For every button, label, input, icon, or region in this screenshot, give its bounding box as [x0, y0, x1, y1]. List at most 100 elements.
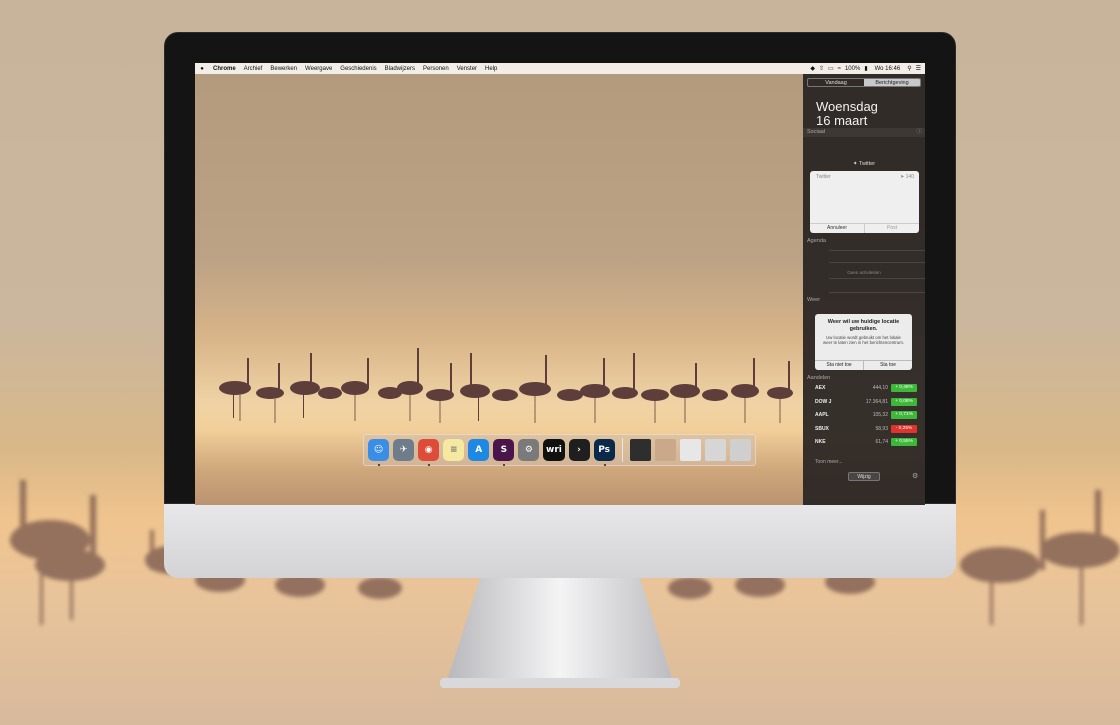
notes-icon-glyph: ≡ — [449, 445, 458, 455]
running-indicator — [503, 464, 506, 466]
agenda-divider — [829, 292, 925, 293]
stock-row[interactable]: NKE 61,74 + 0,55% — [815, 437, 923, 447]
folder-stack-icon[interactable] — [654, 439, 676, 461]
menu-venster[interactable]: Venster — [453, 66, 481, 72]
stock-change-badge[interactable]: + 0,08% — [891, 397, 917, 406]
stock-change-badge[interactable]: + 0,71% — [891, 411, 917, 419]
finder-icon[interactable]: ☺ — [368, 439, 390, 466]
location-dialog-buttons: Sta niet toe Sta toe — [815, 360, 912, 370]
stock-price: 61,74 — [875, 439, 888, 445]
running-indicator — [378, 464, 380, 466]
running-indicator — [603, 464, 606, 466]
section-social: Sociaal ⓘ — [803, 128, 925, 137]
notes-icon[interactable]: ≡ — [443, 439, 465, 461]
menu-help[interactable]: Help — [481, 66, 501, 72]
tweet-cancel-button[interactable]: Annuleer — [810, 224, 864, 233]
dock-separator — [621, 438, 623, 462]
deny-location-button[interactable]: Sta niet toe — [815, 361, 863, 370]
writer-icon-glyph: wri — [546, 445, 562, 455]
tweet-field-label: Twitter — [816, 174, 831, 180]
downloads-stack-icon[interactable] — [704, 439, 726, 461]
screenshot-stack-icon[interactable] — [679, 439, 701, 461]
menu-archief[interactable]: Archief — [240, 66, 267, 72]
menu-personen[interactable]: Personen — [419, 66, 453, 72]
notification-center: Vandaag Berichtgeving Woensdag 16 maart … — [803, 74, 925, 505]
plex-icon[interactable]: › — [568, 439, 590, 461]
tab-vandaag[interactable]: Vandaag — [808, 79, 864, 86]
chrome-icon[interactable]: ◉ — [418, 439, 440, 466]
trash-icon[interactable] — [729, 439, 751, 461]
show-more-link[interactable]: Toon meer... — [815, 459, 843, 465]
menu-weergave[interactable]: Weergave — [301, 66, 336, 72]
status-area: ◆ ⇧ ▭ ≈ 100% ▮ Wo 16:46 ⚲ ☰ — [810, 65, 925, 73]
launchpad-icon-glyph: ✈ — [399, 445, 408, 455]
stock-price: 17.364,81 — [865, 398, 888, 405]
menu-bewerken[interactable]: Bewerken — [266, 66, 301, 72]
search-icon[interactable]: ⚲ — [907, 65, 911, 72]
info-icon[interactable]: ⓘ — [916, 128, 922, 137]
running-indicator — [428, 464, 431, 466]
today-date: Woensdag 16 maart — [816, 100, 878, 128]
section-stocks: Aandelen — [803, 374, 925, 383]
stock-change-badge[interactable]: - 0,25% — [891, 424, 917, 433]
section-social-label: Sociaal — [807, 129, 826, 135]
stock-price: 58,93 — [875, 425, 888, 432]
today-weekday: Woensdag — [816, 99, 878, 114]
location-dialog-description: Uw locatie wordt gebruikt om het lokale … — [823, 335, 904, 345]
apple-menu-icon[interactable]: ● — [195, 66, 209, 72]
airplay-icon[interactable]: ▭ — [828, 65, 834, 72]
stock-symbol: NKE — [815, 439, 826, 445]
stock-symbol: AAPL — [815, 412, 829, 418]
launchpad-icon[interactable]: ✈ — [393, 439, 415, 461]
slack-icon[interactable]: S — [493, 439, 515, 466]
tab-berichtgeving[interactable]: Berichtgeving — [864, 79, 920, 86]
writer-icon[interactable]: wri — [543, 439, 565, 461]
tweet-composer[interactable]: Twitter ➤ 140 Annuleer Post — [810, 171, 919, 233]
appstore-icon-glyph: A — [475, 445, 483, 455]
stock-symbol: AEX — [815, 385, 826, 391]
section-agenda: Agenda — [803, 237, 925, 246]
section-weather: Weer — [803, 296, 925, 305]
twitter-bird-icon: ✦ — [852, 161, 858, 167]
stock-row[interactable]: AAPL 105,32 + 0,71% — [815, 410, 923, 420]
document-stack-icon[interactable] — [629, 439, 651, 461]
tweet-post-button[interactable]: Post — [864, 224, 919, 233]
wifi-icon[interactable]: ≈ — [838, 66, 841, 72]
menu-clock[interactable]: Wo 16:46 — [872, 66, 904, 72]
photoshop-icon-glyph: Ps — [598, 445, 610, 455]
section-stocks-label: Aandelen — [807, 375, 831, 381]
twitter-header-label: Twitter — [858, 161, 876, 167]
plex-icon-glyph: › — [577, 445, 581, 455]
slack-icon-glyph: S — [500, 445, 508, 455]
upload-icon[interactable]: ⇧ — [819, 65, 824, 72]
notification-center-icon[interactable]: ☰ — [916, 65, 921, 72]
stock-change-badge[interactable]: + 0,48% — [891, 384, 917, 392]
stock-row[interactable]: DOW J 17.364,81 + 0,08% — [815, 397, 923, 407]
today-day-month: 16 maart — [816, 113, 868, 128]
allow-location-button[interactable]: Sta toe — [863, 361, 912, 370]
system-preferences-icon[interactable]: ⚙ — [518, 439, 540, 461]
desktop-screen: ● Chrome Archief Bewerken Weergave Gesch… — [195, 63, 925, 505]
settings-gear-icon[interactable]: ⚙ — [912, 473, 920, 481]
stock-change-badge[interactable]: + 0,55% — [891, 438, 917, 446]
battery-icon[interactable]: ▮ — [864, 65, 867, 72]
tweet-buttons: Annuleer Post — [810, 223, 919, 233]
notification-center-tabs: Vandaag Berichtgeving — [807, 78, 921, 87]
edit-button[interactable]: Wijzig — [848, 472, 880, 481]
agenda-divider — [829, 262, 925, 263]
finder-icon-glyph: ☺ — [373, 445, 384, 455]
menu-geschiedenis[interactable]: Geschiedenis — [336, 66, 380, 72]
menu-app-name[interactable]: Chrome — [209, 66, 240, 72]
desktop-wallpaper-flamingos — [219, 348, 793, 423]
chrome-icon-glyph: ◉ — [424, 445, 433, 455]
location-permission-dialog: Weer wil uw huidige locatie gebruiken. U… — [815, 314, 912, 370]
appstore-icon[interactable]: A — [468, 439, 490, 461]
battery-percent[interactable]: 100% — [845, 66, 860, 72]
menu-bladwijzers[interactable]: Bladwijzers — [381, 66, 419, 72]
agenda-divider — [829, 278, 925, 279]
location-arrow-icon[interactable]: ➤ — [900, 174, 904, 180]
stock-row[interactable]: AEX 444,10 + 0,48% — [815, 383, 923, 393]
photoshop-icon[interactable]: Ps — [593, 439, 615, 466]
stock-row[interactable]: SBUX 58,93- 0,25% — [815, 424, 923, 434]
dropbox-icon[interactable]: ◆ — [810, 65, 815, 72]
